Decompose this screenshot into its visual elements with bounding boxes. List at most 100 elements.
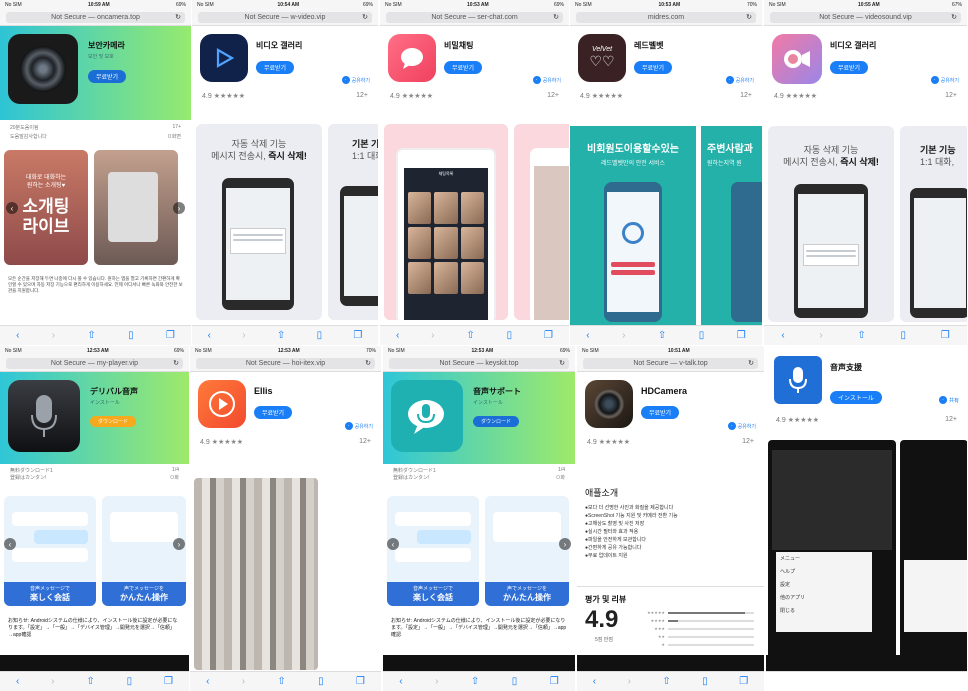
screenshots[interactable]: 대화로 대화하는 원하는 소개팅♥ 소개팅 라이브 ‹ › xyxy=(0,150,191,265)
bookmarks-icon[interactable]: ▯ xyxy=(317,330,323,341)
get-button[interactable]: 무료받기 xyxy=(88,70,127,83)
address-field[interactable]: Not Secure — videosound.vip ↻ xyxy=(770,12,961,23)
tabs-icon[interactable]: ❐ xyxy=(166,330,175,341)
share-icon[interactable]: ⇧ xyxy=(277,330,285,341)
get-button[interactable]: 무료받기 xyxy=(634,61,673,74)
address-field[interactable]: midres.com ↻ xyxy=(576,12,756,23)
share-icon[interactable]: ⇧ xyxy=(658,330,666,341)
tabs-icon[interactable]: ❐ xyxy=(544,330,553,341)
tabs-icon[interactable]: ❐ xyxy=(739,676,748,687)
url-bar[interactable]: Not Secure — videosound.vip ↻ xyxy=(764,10,967,26)
back-icon[interactable]: ‹ xyxy=(586,330,589,341)
reload-icon[interactable]: ↻ xyxy=(553,13,559,21)
tabs-icon[interactable]: ❐ xyxy=(737,330,746,341)
share-icon[interactable]: ⇧ xyxy=(277,676,285,687)
share-icon[interactable]: ⇧ xyxy=(471,676,479,687)
share-icon[interactable]: ⇧ xyxy=(466,330,474,341)
forward-icon[interactable]: › xyxy=(242,330,245,341)
forward-icon[interactable]: › xyxy=(435,676,438,687)
chevron-right-icon[interactable]: › xyxy=(559,538,571,550)
back-icon[interactable]: ‹ xyxy=(593,676,596,687)
reload-icon[interactable]: ↻ xyxy=(559,359,565,367)
screenshots[interactable]: 자동 삭제 기능 메시지 전송시, 즉시 삭제! 기본 기능 1:1 대화, xyxy=(764,126,967,322)
url-bar[interactable]: Not Secure — keyskit.top ↻ xyxy=(383,356,575,372)
bookmarks-icon[interactable]: ▯ xyxy=(702,676,708,687)
address-field[interactable]: Not Secure — keyskit.top ↻ xyxy=(389,358,569,369)
share-button[interactable]: · 共有 xyxy=(938,396,959,404)
address-field[interactable]: Not Secure — w-video.vip ↻ xyxy=(198,12,372,23)
back-icon[interactable]: ‹ xyxy=(399,676,402,687)
forward-icon[interactable]: › xyxy=(622,330,625,341)
chevron-right-icon[interactable]: › xyxy=(173,202,185,214)
menu-item[interactable]: 閉じる xyxy=(776,604,872,617)
back-icon[interactable]: ‹ xyxy=(206,676,209,687)
share-button[interactable]: · 공유하기 xyxy=(341,76,370,84)
get-button[interactable]: 무료받기 xyxy=(444,61,483,74)
reload-icon[interactable]: ↻ xyxy=(362,13,368,21)
reload-icon[interactable]: ↻ xyxy=(365,359,371,367)
url-bar[interactable]: Not Secure — w-video.vip ↻ xyxy=(192,10,378,26)
tabs-icon[interactable]: ❐ xyxy=(550,676,559,687)
address-field[interactable]: Not Secure — my-player.vip ↻ xyxy=(6,358,183,369)
reload-icon[interactable]: ↻ xyxy=(175,13,181,21)
screenshots[interactable]: 비회원도이용할수있는 레드벨벳만의 안전 서비스 주변사람과 원하는지역 원 xyxy=(570,126,762,326)
tabs-icon[interactable]: ❐ xyxy=(941,330,950,341)
url-bar[interactable]: Not Secure — oncamera.top ↻ xyxy=(0,10,191,26)
menu-item[interactable]: ヘルプ xyxy=(776,565,872,578)
back-icon[interactable]: ‹ xyxy=(16,330,19,341)
share-icon[interactable]: ⇧ xyxy=(857,330,865,341)
share-button[interactable]: · 공유하기 xyxy=(930,76,959,84)
tabs-icon[interactable]: ❐ xyxy=(356,676,365,687)
share-icon[interactable]: ⇧ xyxy=(662,676,670,687)
reload-icon[interactable]: ↻ xyxy=(173,359,179,367)
bookmarks-icon[interactable]: ▯ xyxy=(318,676,324,687)
share-button[interactable]: · 공유하기 xyxy=(725,76,754,84)
get-button[interactable]: 무료받기 xyxy=(641,406,680,419)
back-icon[interactable]: ‹ xyxy=(781,330,784,341)
screenshots[interactable]: 채팅목록 xyxy=(380,124,569,320)
bookmarks-icon[interactable]: ▯ xyxy=(900,330,906,341)
forward-icon[interactable]: › xyxy=(52,330,55,341)
reload-icon[interactable]: ↻ xyxy=(951,13,957,21)
bookmarks-icon[interactable]: ▯ xyxy=(128,330,134,341)
forward-icon[interactable]: › xyxy=(628,676,631,687)
back-icon[interactable]: ‹ xyxy=(16,676,19,687)
menu-item[interactable]: 他のアプリ xyxy=(776,591,872,604)
chevron-left-icon[interactable]: ‹ xyxy=(387,538,399,550)
address-field[interactable]: Not Secure — hoi-itex.vip ↻ xyxy=(196,358,375,369)
get-button[interactable]: インストール xyxy=(830,391,882,404)
reload-icon[interactable]: ↻ xyxy=(746,13,752,21)
screenshots[interactable]: 자동 삭제 기능 메시지 전송시, 즉시 삭제! 기본 기능 1:1 대화, xyxy=(192,124,378,320)
get-button[interactable]: 무료받기 xyxy=(830,61,869,74)
url-bar[interactable]: midres.com ↻ xyxy=(570,10,762,26)
share-button[interactable]: · 공유하기 xyxy=(727,422,756,430)
share-icon[interactable]: ⇧ xyxy=(86,676,94,687)
bookmarks-icon[interactable]: ▯ xyxy=(699,330,705,341)
forward-icon[interactable]: › xyxy=(819,330,822,341)
forward-icon[interactable]: › xyxy=(242,676,245,687)
bookmarks-icon[interactable]: ▯ xyxy=(512,676,518,687)
screenshots[interactable]: 音声メッセージで 楽しく会話 声でメッセージを かんたん操作 ‹ › xyxy=(383,496,575,606)
back-icon[interactable]: ‹ xyxy=(208,330,211,341)
share-button[interactable]: · 공유하기 xyxy=(532,76,561,84)
bookmarks-icon[interactable]: ▯ xyxy=(507,330,513,341)
get-button[interactable]: 무료받기 xyxy=(254,406,293,419)
address-field[interactable]: Not Secure — oncamera.top ↻ xyxy=(6,12,185,23)
address-field[interactable]: Not Secure — ser-chat.com ↻ xyxy=(386,12,563,23)
share-icon[interactable]: ⇧ xyxy=(87,330,95,341)
address-field[interactable]: Not Secure — v-talk.top ↻ xyxy=(583,358,758,369)
tabs-icon[interactable]: ❐ xyxy=(164,676,173,687)
back-icon[interactable]: ‹ xyxy=(396,330,399,341)
get-button[interactable]: ダウンロード xyxy=(473,416,520,427)
reload-icon[interactable]: ↻ xyxy=(748,359,754,367)
get-button[interactable]: 무료받기 xyxy=(256,61,295,74)
chevron-left-icon[interactable]: ‹ xyxy=(4,538,16,550)
tabs-icon[interactable]: ❐ xyxy=(353,330,362,341)
chevron-right-icon[interactable]: › xyxy=(173,538,185,550)
url-bar[interactable]: Not Secure — ser-chat.com ↻ xyxy=(380,10,569,26)
menu-item[interactable]: 設定 xyxy=(776,578,872,591)
share-button[interactable]: · 공유하기 xyxy=(344,422,373,430)
url-bar[interactable]: Not Secure — hoi-itex.vip ↻ xyxy=(190,356,381,372)
bookmarks-icon[interactable]: ▯ xyxy=(127,676,133,687)
forward-icon[interactable]: › xyxy=(431,330,434,341)
